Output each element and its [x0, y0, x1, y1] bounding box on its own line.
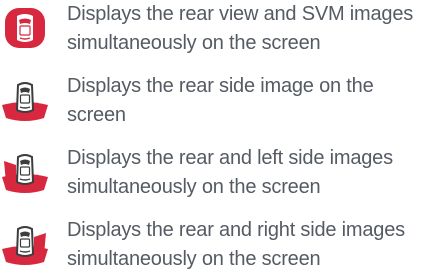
view-mode-description: Displays the rear view and SVM images si…	[67, 3, 414, 54]
view-mode-item-rear-side: Displays the rear side image on the scre…	[0, 72, 425, 134]
view-mode-item-rear-left: Displays the rear and left side images s…	[0, 144, 425, 206]
view-mode-item-rear-svm: Displays the rear view and SVM images si…	[0, 0, 425, 62]
rear-side-view-icon	[0, 75, 50, 125]
rear-right-side-view-icon	[0, 219, 50, 269]
view-mode-list: Displays the rear view and SVM images si…	[0, 0, 425, 279]
view-mode-description: Displays the rear and right side images …	[67, 219, 405, 270]
view-mode-description: Displays the rear side image on the scre…	[67, 75, 374, 126]
rear-view-svm-icon	[0, 3, 50, 53]
rear-left-side-view-icon	[0, 147, 50, 197]
view-mode-item-rear-right: Displays the rear and right side images …	[0, 216, 425, 278]
view-mode-description: Displays the rear and left side images s…	[67, 147, 393, 198]
